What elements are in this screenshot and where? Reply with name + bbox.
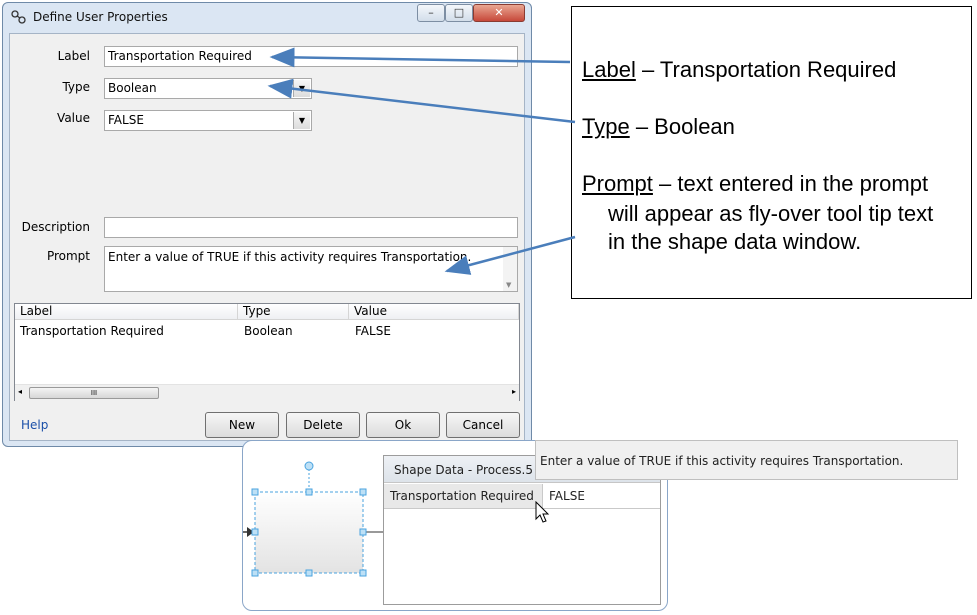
- mouse-cursor-icon: [535, 501, 550, 523]
- process-shape[interactable]: [243, 441, 383, 610]
- arrow-to-label-field: [269, 47, 571, 68]
- shape-data-property-label: Transportation Required: [390, 489, 534, 503]
- shape-data-property-value-cell[interactable]: FALSE: [543, 484, 660, 509]
- shape-data-property-label-cell[interactable]: Transportation Required: [384, 484, 543, 509]
- shape-data-property-value: FALSE: [549, 489, 585, 503]
- shape-data-title: Shape Data - Process.5: [394, 463, 533, 477]
- prompt-tooltip: Enter a value of TRUE if this activity r…: [535, 440, 958, 480]
- rotation-handle[interactable]: [304, 461, 314, 471]
- arrow-to-prompt-field: [444, 235, 576, 275]
- arrow-to-type-field: [267, 78, 576, 124]
- tooltip-text: Enter a value of TRUE if this activity r…: [540, 454, 904, 468]
